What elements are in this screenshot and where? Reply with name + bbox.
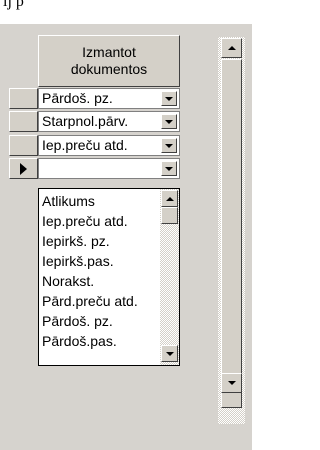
chevron-down-icon bbox=[165, 143, 173, 148]
list-item[interactable]: Pārdoš. pz. bbox=[42, 312, 113, 330]
listbox-scroll-thumb[interactable] bbox=[161, 207, 178, 224]
arrow-down-icon bbox=[227, 381, 236, 385]
row-selector[interactable] bbox=[9, 88, 38, 109]
arrow-up-icon bbox=[165, 196, 174, 201]
dropdown-button[interactable] bbox=[161, 91, 177, 106]
dropdown-button[interactable] bbox=[161, 161, 177, 176]
list-item[interactable]: Pārdoš.pas. bbox=[42, 332, 117, 350]
arrow-up-icon bbox=[227, 46, 236, 50]
cell-value: Iep.preču atd. bbox=[42, 137, 128, 153]
list-item[interactable]: Iep.preču atd. bbox=[42, 212, 128, 230]
list-item[interactable]: Norakst. bbox=[42, 272, 94, 290]
row-selector[interactable] bbox=[9, 135, 38, 156]
cell-value: Pārdoš. pz. bbox=[42, 90, 113, 106]
cell-value: Starpnol.pārv. bbox=[42, 113, 129, 129]
listbox-scroll-up-button[interactable] bbox=[161, 190, 178, 207]
grid-scrollbar[interactable] bbox=[218, 37, 245, 424]
list-item[interactable]: Pārd.preču atd. bbox=[42, 292, 138, 310]
row-selector[interactable] bbox=[9, 111, 38, 132]
column-header-label: Izmantot dokumentos bbox=[70, 44, 148, 77]
listbox-scrollbar[interactable] bbox=[160, 189, 179, 365]
grid-cell-current[interactable] bbox=[38, 158, 180, 179]
row-selector-current[interactable] bbox=[9, 158, 38, 179]
list-item[interactable]: Atlikums bbox=[42, 192, 95, 210]
current-row-pointer-icon bbox=[20, 162, 27, 175]
arrow-down-icon bbox=[165, 351, 174, 356]
grid-scroll-up-button[interactable] bbox=[221, 38, 242, 58]
dropdown-button[interactable] bbox=[161, 138, 177, 153]
list-item[interactable]: Iepirkš.pas. bbox=[42, 252, 114, 270]
chevron-down-icon bbox=[165, 119, 173, 124]
grid-scroll-thumb[interactable] bbox=[221, 59, 242, 408]
caption-text: ij p bbox=[3, 0, 24, 10]
dropdown-button[interactable] bbox=[161, 114, 177, 129]
column-header[interactable]: Izmantot dokumentos bbox=[38, 35, 180, 87]
list-item[interactable]: Iepirkš. pz. bbox=[42, 232, 110, 250]
grid-cell[interactable]: Starpnol.pārv. bbox=[38, 111, 180, 132]
grid-cell[interactable]: Iep.preču atd. bbox=[38, 135, 180, 156]
grid-scroll-down-button[interactable] bbox=[221, 373, 242, 393]
dropdown-listbox[interactable]: Atlikums Iep.preču atd. Iepirkš. pz. Iep… bbox=[38, 188, 180, 366]
listbox-scroll-down-button[interactable] bbox=[161, 345, 178, 362]
chevron-down-icon bbox=[165, 166, 173, 171]
grid-cell[interactable]: Pārdoš. pz. bbox=[38, 88, 180, 109]
caption-strip: ij p bbox=[0, 0, 252, 24]
chevron-down-icon bbox=[165, 96, 173, 101]
